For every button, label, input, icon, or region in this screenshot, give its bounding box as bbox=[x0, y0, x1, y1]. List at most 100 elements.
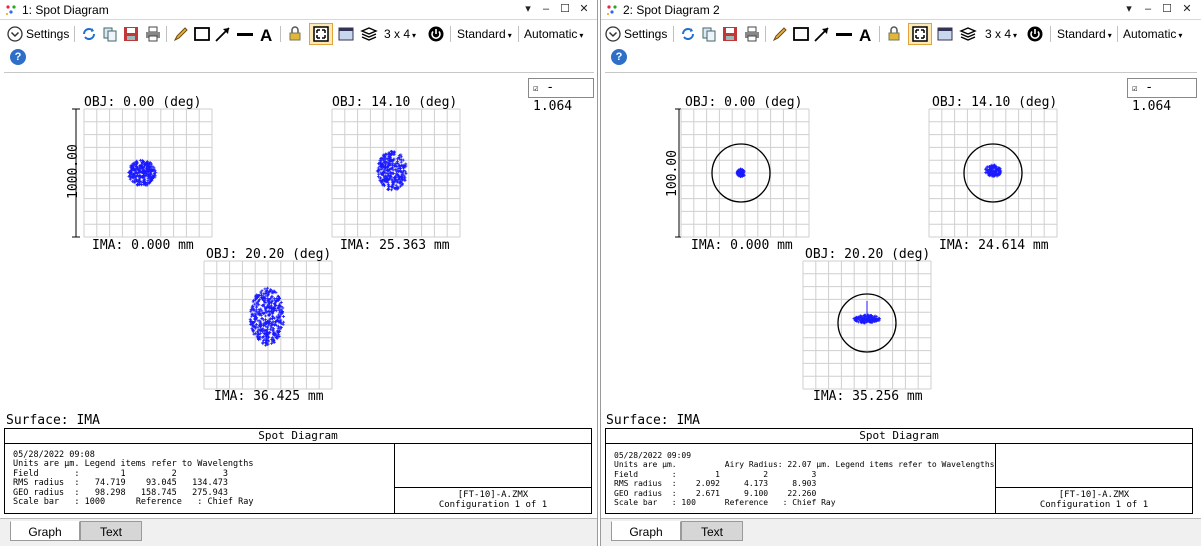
tab-text[interactable]: Text bbox=[80, 521, 142, 541]
help-icon[interactable]: ? bbox=[10, 49, 26, 65]
spot-diagram-window-2: 2: Spot Diagram 2 ▾ – ☐ ✕ Settings A 3 x… bbox=[600, 0, 1201, 546]
divider bbox=[166, 26, 167, 42]
text-tool-icon[interactable]: A bbox=[857, 25, 875, 43]
chevron-down-circle-icon[interactable] bbox=[604, 25, 622, 43]
automatic-dropdown[interactable]: Automatic ▾ bbox=[1123, 24, 1182, 44]
settings-button[interactable]: Settings bbox=[624, 24, 667, 44]
info-box-text: 05/28/2022 09:09 Units are µm. Airy Radi… bbox=[606, 444, 996, 513]
window-title: 2: Spot Diagram 2 bbox=[623, 3, 720, 17]
ima-label-1: IMA: 0.000 mm bbox=[92, 238, 194, 253]
scale-bar: 100.00 bbox=[665, 108, 683, 238]
arrow-icon[interactable] bbox=[813, 25, 831, 43]
spot-plot-field-2 bbox=[928, 108, 1058, 238]
spot-ray-mark bbox=[260, 316, 264, 320]
print-icon[interactable] bbox=[743, 25, 761, 43]
spot-ray-mark bbox=[259, 292, 263, 296]
spot-ray-mark bbox=[399, 153, 403, 157]
automatic-dropdown-label: Automatic bbox=[524, 27, 578, 41]
standard-dropdown-label: Standard bbox=[1057, 27, 1106, 41]
standard-dropdown[interactable]: Standard ▾ bbox=[457, 24, 512, 44]
tab-bar: Graph Text bbox=[601, 518, 1201, 546]
pencil-icon[interactable] bbox=[771, 25, 789, 43]
tab-graph[interactable]: Graph bbox=[611, 521, 681, 541]
refresh-icon[interactable] bbox=[679, 25, 697, 43]
layers-icon[interactable] bbox=[959, 25, 977, 43]
copy-icon[interactable] bbox=[700, 25, 718, 43]
divider bbox=[280, 26, 281, 42]
window-icon[interactable] bbox=[337, 25, 355, 43]
info-box: Spot Diagram 05/28/2022 09:08 Units are … bbox=[4, 428, 592, 514]
info-box-blank-cell bbox=[996, 444, 1192, 488]
obj-label-2: OBJ: 14.10 (deg) bbox=[332, 95, 457, 110]
save-icon[interactable] bbox=[721, 25, 739, 43]
power-icon[interactable] bbox=[1026, 25, 1044, 43]
spot-plot-field-3 bbox=[802, 260, 932, 390]
info-box-title: Spot Diagram bbox=[5, 429, 591, 444]
chevron-down-icon: ▾ bbox=[579, 31, 584, 40]
layout-dropdown[interactable]: 3 x 4 ▾ bbox=[384, 24, 416, 44]
info-box-title: Spot Diagram bbox=[606, 429, 1192, 444]
maximize-button[interactable]: ☐ bbox=[1159, 1, 1175, 17]
info-box: Spot Diagram 05/28/2022 09:09 Units are … bbox=[605, 428, 1193, 514]
help-row: ? bbox=[601, 46, 1201, 68]
rectangle-icon[interactable] bbox=[792, 25, 810, 43]
spot-ray-mark bbox=[279, 300, 283, 304]
text-tool-icon[interactable]: A bbox=[258, 25, 276, 43]
print-icon[interactable] bbox=[144, 25, 162, 43]
standard-dropdown-label: Standard bbox=[457, 27, 506, 41]
divider bbox=[765, 26, 766, 42]
pencil-icon[interactable] bbox=[172, 25, 190, 43]
fit-view-icon[interactable] bbox=[911, 25, 929, 43]
dropdown-icon[interactable]: ▾ bbox=[520, 1, 536, 17]
layout-dropdown-label: 3 x 4 bbox=[985, 27, 1012, 41]
fit-view-icon[interactable] bbox=[312, 25, 330, 43]
save-icon[interactable] bbox=[122, 25, 140, 43]
line-icon[interactable] bbox=[236, 25, 254, 43]
dropdown-icon[interactable]: ▾ bbox=[1121, 1, 1137, 17]
spot-diagram-canvas: 1000.00 OBJ: 0.00 (deg) IMA: 0.000 mm OB… bbox=[66, 95, 461, 404]
layout-dropdown[interactable]: 3 x 4 ▾ bbox=[985, 24, 1017, 44]
automatic-dropdown-label: Automatic bbox=[1123, 27, 1177, 41]
ima-label-2: IMA: 24.614 mm bbox=[939, 238, 1049, 253]
lock-icon[interactable] bbox=[286, 25, 304, 43]
spot-plot-field-3 bbox=[203, 260, 333, 390]
app-sparkle-icon bbox=[6, 5, 16, 15]
spot-ray-mark bbox=[268, 317, 272, 321]
automatic-dropdown[interactable]: Automatic ▾ bbox=[524, 24, 583, 44]
surface-label: Surface: IMA bbox=[6, 413, 100, 428]
chevron-down-icon: ▾ bbox=[1178, 31, 1183, 40]
spot-ray-mark bbox=[264, 314, 268, 318]
minimize-button[interactable]: – bbox=[1140, 1, 1156, 17]
maximize-button[interactable]: ☐ bbox=[557, 1, 573, 17]
minimize-button[interactable]: – bbox=[538, 1, 554, 17]
standard-dropdown[interactable]: Standard ▾ bbox=[1057, 24, 1112, 44]
power-icon[interactable] bbox=[427, 25, 445, 43]
divider bbox=[518, 26, 519, 42]
line-icon[interactable] bbox=[835, 25, 853, 43]
file-name: [FT-10]-A.ZMX bbox=[457, 490, 529, 500]
chevron-down-icon: ▾ bbox=[507, 31, 512, 40]
close-button[interactable]: ✕ bbox=[576, 1, 592, 17]
tab-graph[interactable]: Graph bbox=[10, 521, 80, 541]
refresh-icon[interactable] bbox=[80, 25, 98, 43]
toolbar: Settings A 3 x 4 ▾ Standard ▾ Automatic ▾ bbox=[601, 20, 1201, 46]
tab-text[interactable]: Text bbox=[681, 521, 743, 541]
spot-diagram-window-1: 1: Spot Diagram ▾ – ☐ ✕ Settings A 3 x 4… bbox=[0, 0, 598, 546]
divider bbox=[1050, 26, 1051, 42]
rectangle-icon[interactable] bbox=[193, 25, 211, 43]
ima-label-3: IMA: 36.425 mm bbox=[214, 389, 324, 404]
arrow-icon[interactable] bbox=[214, 25, 232, 43]
spot-diagram-canvas: 100.00 OBJ: 0.00 (deg) IMA: 0.000 mm OBJ… bbox=[665, 95, 1058, 404]
close-button[interactable]: ✕ bbox=[1179, 1, 1195, 17]
lock-icon[interactable] bbox=[885, 25, 903, 43]
chevron-down-circle-icon[interactable] bbox=[6, 25, 24, 43]
copy-icon[interactable] bbox=[101, 25, 119, 43]
app-sparkle-icon bbox=[607, 5, 617, 15]
spot-ray-mark bbox=[282, 314, 286, 318]
layers-icon[interactable] bbox=[360, 25, 378, 43]
file-name: [FT-10]-A.ZMX bbox=[1058, 490, 1130, 500]
divider bbox=[1117, 26, 1118, 42]
window-icon[interactable] bbox=[936, 25, 954, 43]
help-icon[interactable]: ? bbox=[611, 49, 627, 65]
settings-button[interactable]: Settings bbox=[26, 24, 69, 44]
